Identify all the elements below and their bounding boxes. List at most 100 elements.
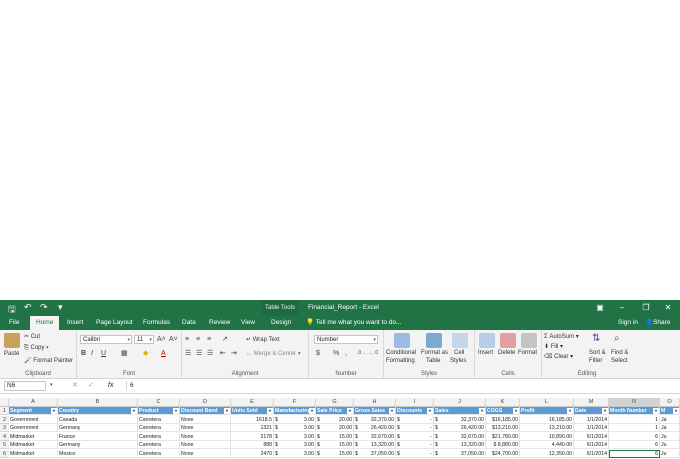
align-center-icon[interactable]: ☰ bbox=[196, 349, 202, 358]
filter-dropdown-icon[interactable]: ▾ bbox=[602, 408, 608, 414]
share-button[interactable]: 👤Share bbox=[645, 316, 670, 330]
redo-icon[interactable]: ↷ bbox=[40, 302, 48, 313]
row-header-2[interactable]: 2 bbox=[0, 415, 9, 424]
table-cell[interactable]: 6 bbox=[609, 449, 660, 458]
column-header-b[interactable]: B bbox=[58, 398, 138, 406]
tab-home[interactable]: Home bbox=[30, 316, 60, 330]
table-header-cell[interactable]: Date ▾ bbox=[574, 407, 609, 415]
table-header-cell[interactable]: Segment ▾ bbox=[9, 407, 58, 415]
filter-dropdown-icon[interactable]: ▾ bbox=[389, 408, 395, 414]
tab-page-layout[interactable]: Page Layout bbox=[96, 316, 133, 330]
table-cell[interactable]: 13,210.00 bbox=[520, 424, 574, 432]
number-format-select[interactable]: Number ▾ bbox=[314, 335, 378, 344]
undo-icon[interactable]: ↶ bbox=[24, 302, 32, 313]
table-cell[interactable]: $16,185.00 bbox=[486, 415, 520, 424]
table-cell[interactable]: $24,700.00 bbox=[486, 449, 520, 458]
table-cell[interactable]: 12,350.00 bbox=[520, 449, 574, 458]
filter-dropdown-icon[interactable]: ▾ bbox=[173, 408, 179, 414]
filter-dropdown-icon[interactable]: ▾ bbox=[673, 408, 679, 414]
conditional-formatting-button[interactable]: Conditional bbox=[386, 350, 416, 356]
table-cell[interactable]: None bbox=[180, 424, 231, 432]
percent-button[interactable]: % bbox=[333, 349, 339, 358]
table-cell[interactable]: $37,050.00 bbox=[434, 449, 486, 458]
increase-indent-icon[interactable]: ⇥ bbox=[231, 349, 237, 358]
table-cell[interactable]: None bbox=[180, 415, 231, 424]
table-cell[interactable]: $ 8,880.00 bbox=[486, 441, 520, 449]
table-cell[interactable]: Government bbox=[9, 424, 58, 432]
table-cell[interactable]: $32,370.00 bbox=[434, 415, 486, 424]
table-header-cell[interactable]: Discounts ▾ bbox=[396, 407, 434, 415]
table-cell[interactable]: 888 bbox=[231, 441, 274, 449]
table-cell[interactable]: 1 bbox=[609, 424, 660, 432]
font-color-icon[interactable]: A bbox=[161, 349, 166, 358]
decrease-indent-icon[interactable]: ⇤ bbox=[220, 349, 226, 358]
currency-button[interactable]: $ bbox=[316, 349, 320, 358]
table-cell[interactable]: $37,050.00 bbox=[354, 449, 396, 458]
table-cell[interactable]: 2178 bbox=[231, 432, 274, 441]
comma-button[interactable]: , bbox=[345, 349, 347, 358]
tab-data[interactable]: Data bbox=[182, 316, 196, 330]
delete-cells-button[interactable]: Delete bbox=[498, 350, 515, 356]
table-cell[interactable]: Carretera bbox=[138, 432, 180, 441]
table-cell[interactable]: $3.00 bbox=[274, 432, 316, 441]
insert-function-button[interactable]: fx bbox=[108, 380, 113, 392]
table-header-cell[interactable]: Manufacturing ▾ bbox=[274, 407, 316, 415]
filter-dropdown-icon[interactable]: ▾ bbox=[267, 408, 273, 414]
clear-button[interactable]: ⌫ Clear ▾ bbox=[544, 353, 573, 360]
increase-font-icon[interactable]: A˄ bbox=[157, 335, 166, 344]
table-cell[interactable]: Midmarket bbox=[9, 441, 58, 449]
filter-dropdown-icon[interactable]: ▾ bbox=[309, 408, 315, 414]
tab-insert[interactable]: Insert bbox=[67, 316, 83, 330]
table-header-cell[interactable]: Country ▾ bbox=[58, 407, 138, 415]
wrap-text-button[interactable]: ↵ Wrap Text bbox=[246, 336, 280, 343]
increase-decimal-icon[interactable]: .0→ bbox=[357, 349, 366, 358]
table-cell[interactable]: $21,780.00 bbox=[486, 432, 520, 441]
table-cell[interactable]: Ja bbox=[660, 415, 680, 424]
tell-me-search[interactable]: 💡 Tell me what you want to do... bbox=[306, 316, 401, 330]
select-all-corner[interactable] bbox=[0, 398, 9, 406]
table-cell[interactable]: None bbox=[180, 441, 231, 449]
autosum-button[interactable]: Σ AutoSum ▾ bbox=[544, 333, 579, 340]
name-box[interactable]: N6 bbox=[4, 381, 46, 391]
table-cell[interactable]: $3.00 bbox=[274, 441, 316, 449]
underline-button[interactable]: U bbox=[101, 349, 106, 358]
table-header-cell[interactable]: M ▾ bbox=[660, 407, 680, 415]
table-header-cell[interactable]: Units Sold ▾ bbox=[231, 407, 274, 415]
column-header-c[interactable]: C bbox=[138, 398, 180, 406]
filter-dropdown-icon[interactable]: ▾ bbox=[224, 408, 230, 414]
fill-button[interactable]: ⬇ Fill ▾ bbox=[544, 343, 563, 350]
table-cell[interactable]: Government bbox=[9, 415, 58, 424]
table-cell[interactable]: Ju bbox=[660, 432, 680, 441]
format-as-table-icon[interactable] bbox=[426, 333, 442, 348]
paste-button[interactable]: Paste bbox=[4, 351, 19, 357]
column-header-d[interactable]: D bbox=[180, 398, 231, 406]
insert-cells-button[interactable]: Insert bbox=[478, 350, 493, 356]
chevron-down-icon[interactable]: ▾ bbox=[50, 381, 53, 390]
sort-filter-button[interactable]: Sort & bbox=[589, 350, 606, 356]
filter-dropdown-icon[interactable]: ▾ bbox=[653, 408, 659, 414]
formula-input[interactable]: 6 bbox=[126, 381, 678, 391]
table-cell[interactable]: 1/1/2014 bbox=[574, 424, 609, 432]
table-cell[interactable]: Carretera bbox=[138, 441, 180, 449]
font-size-select[interactable]: 11 ▾ bbox=[134, 335, 154, 344]
table-cell[interactable]: 6 bbox=[609, 441, 660, 449]
table-cell[interactable]: $20.00 bbox=[316, 415, 354, 424]
table-cell[interactable]: $13,210.00 bbox=[486, 424, 520, 432]
row-header-4[interactable]: 4 bbox=[0, 432, 9, 441]
row-header-5[interactable]: 5 bbox=[0, 441, 9, 449]
table-cell[interactable]: 10,890.00 bbox=[520, 432, 574, 441]
filter-dropdown-icon[interactable]: ▾ bbox=[567, 408, 573, 414]
table-cell[interactable]: $32,670.00 bbox=[354, 432, 396, 441]
cancel-icon[interactable]: ✕ bbox=[72, 381, 78, 390]
table-cell[interactable]: Mexico bbox=[58, 449, 138, 458]
table-cell[interactable]: $13,320.00 bbox=[434, 441, 486, 449]
decrease-decimal-icon[interactable]: ←.0 bbox=[369, 349, 378, 358]
column-header-h[interactable]: H bbox=[354, 398, 396, 406]
filter-dropdown-icon[interactable]: ▾ bbox=[131, 408, 137, 414]
format-as-table-button[interactable]: Format as bbox=[421, 350, 448, 356]
table-cell[interactable]: 2470 bbox=[231, 449, 274, 458]
table-cell[interactable]: $20.00 bbox=[316, 424, 354, 432]
table-cell[interactable]: Carretera bbox=[138, 424, 180, 432]
column-header-j[interactable]: J bbox=[434, 398, 486, 406]
table-cell[interactable]: $ - bbox=[396, 424, 434, 432]
